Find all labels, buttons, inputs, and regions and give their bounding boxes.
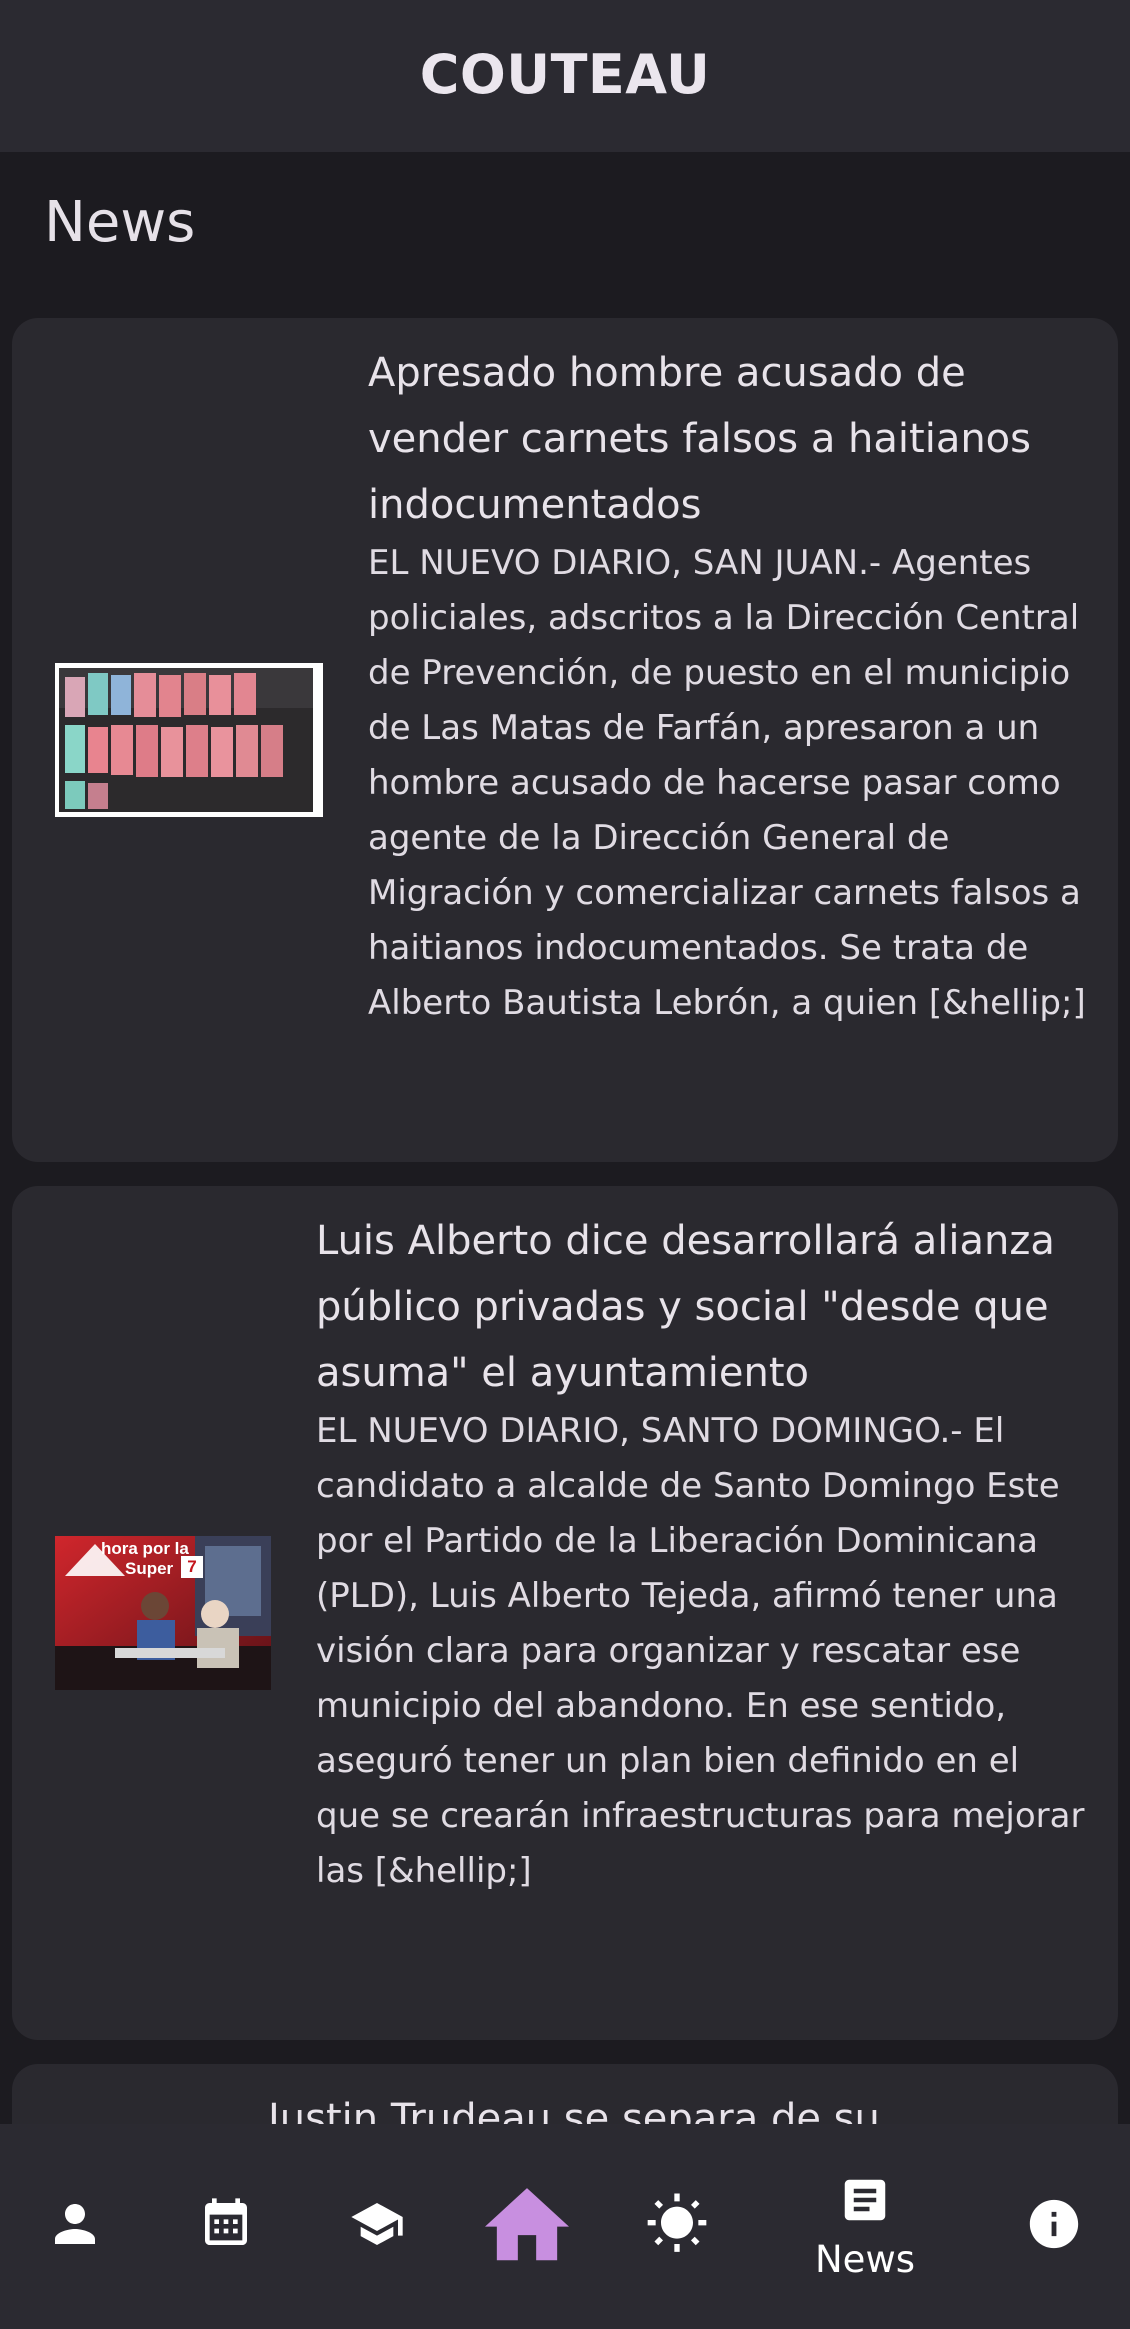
news-summary: EL NUEVO DIARIO, SANTO DOMINGO.- El cand… <box>316 1411 1085 1891</box>
news-title[interactable]: Luis Alberto dice desarrollará alianza p… <box>316 1208 1088 1406</box>
app-bar: COUTEAU <box>0 0 1130 152</box>
carnets-photo <box>55 663 323 817</box>
news-card[interactable]: Justin Trudeau se separa de su <box>12 2064 1118 2124</box>
calendar-icon <box>198 2194 254 2259</box>
info-icon <box>1025 2195 1083 2258</box>
news-title[interactable]: Justin Trudeau se separa de su <box>268 2086 1088 2124</box>
home-icon <box>480 2182 574 2271</box>
news-card[interactable]: Apresado hombre acusado de vender carnet… <box>12 318 1118 1162</box>
person-icon <box>50 2198 100 2255</box>
nav-home[interactable] <box>475 2124 579 2329</box>
thumbnail-badge: 7 <box>181 1556 203 1578</box>
news-card[interactable]: hora por la Super 7 Luis Alberto dice de… <box>12 1186 1118 2040</box>
thumbnail-caption: hora por la <box>101 1539 189 1558</box>
app-title: COUTEAU <box>419 42 711 106</box>
article-icon <box>838 2173 892 2232</box>
bottom-navigation: News <box>0 2124 1130 2329</box>
brightness-icon <box>645 2192 709 2261</box>
news-thumbnail: hora por la Super 7 <box>55 1536 271 1690</box>
page-title: News <box>44 190 196 255</box>
nav-school[interactable] <box>337 2124 417 2329</box>
news-summary: EL NUEVO DIARIO, SAN JUAN.- Agentes poli… <box>368 543 1086 1023</box>
nav-news-label: News <box>815 2237 915 2281</box>
nav-profile[interactable] <box>35 2124 115 2329</box>
school-icon <box>345 2196 409 2257</box>
news-title[interactable]: Apresado hombre acusado de vender carnet… <box>368 340 1088 538</box>
home-icon-shape <box>485 2188 569 2261</box>
nav-calendar[interactable] <box>186 2124 266 2329</box>
news-feed[interactable]: Apresado hombre acusado de vender carnet… <box>0 318 1130 2124</box>
nav-info[interactable] <box>1014 2124 1094 2329</box>
nav-theme[interactable] <box>637 2124 717 2329</box>
news-thumbnail <box>55 663 323 817</box>
nav-news[interactable]: News <box>800 2124 930 2329</box>
thumbnail-caption: Super <box>125 1559 174 1578</box>
